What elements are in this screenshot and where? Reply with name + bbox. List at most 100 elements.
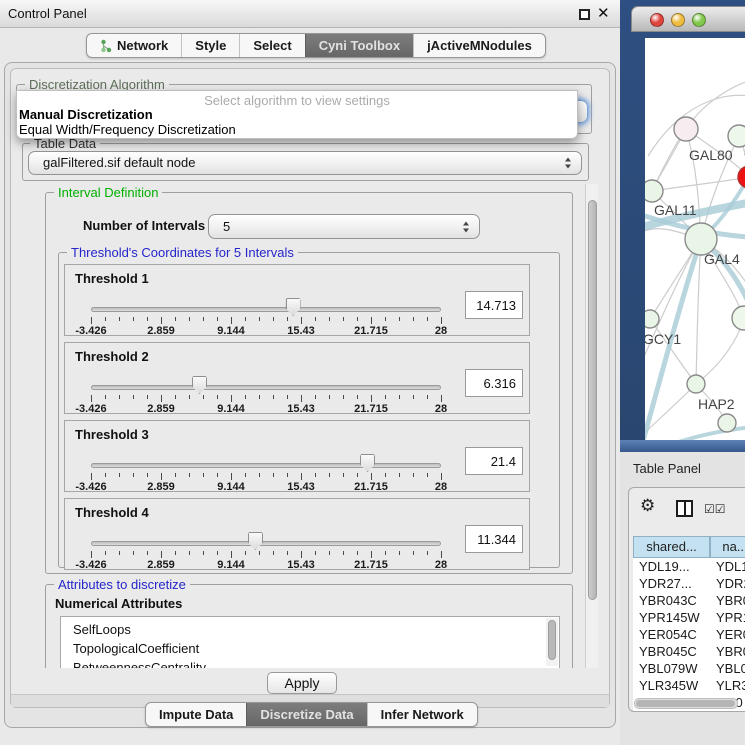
- slider-tick: [301, 317, 302, 324]
- slider-tick: [315, 317, 316, 321]
- threshold-slider-thumb[interactable]: [192, 376, 207, 394]
- slider-tick-label: -3.426: [61, 403, 121, 415]
- slider-tick: [343, 551, 344, 555]
- slider-tick: [259, 395, 260, 399]
- numerical-attributes-list[interactable]: SelfLoopsTopologicalCoefficientBetweenne…: [60, 616, 560, 668]
- tab-select[interactable]: Select: [239, 34, 304, 57]
- table-cell: YDR27...: [639, 575, 692, 592]
- slider-tick: [343, 317, 344, 321]
- threshold-value-field[interactable]: 14.713: [465, 291, 523, 319]
- table-cell: YBR0: [716, 592, 745, 609]
- node-gal11[interactable]: [645, 180, 663, 202]
- threshold-slider-track[interactable]: [91, 385, 441, 390]
- table-data-combobox[interactable]: galFiltered.sif default node: [28, 151, 582, 175]
- minimize-window-icon[interactable]: [671, 13, 685, 27]
- slider-tick: [315, 473, 316, 477]
- slider-tick: [147, 551, 148, 555]
- slider-tick: [175, 473, 176, 477]
- node-gal80[interactable]: [674, 117, 698, 141]
- table-cell: YER054C: [639, 626, 697, 643]
- float-panel-icon[interactable]: [579, 9, 590, 20]
- apply-button[interactable]: Apply: [267, 672, 337, 694]
- slider-tick: [245, 473, 246, 477]
- threshold-panel-2: Threshold 2-3.4262.8599.14415.4321.71528…: [64, 342, 530, 414]
- slider-tick: [203, 551, 204, 555]
- table-cell: YBR045C: [639, 643, 697, 660]
- table-row[interactable]: YLR345WYLR3: [633, 677, 745, 694]
- threshold-slider-thumb[interactable]: [248, 532, 263, 550]
- table-cell: YBL079W: [639, 660, 698, 677]
- tab-jactivemnodules[interactable]: jActiveMNodules: [413, 34, 545, 57]
- columns-icon[interactable]: [676, 500, 693, 517]
- slider-tick: [105, 317, 106, 321]
- gear-icon[interactable]: ⚙: [640, 496, 655, 516]
- threshold-value-field[interactable]: 21.4: [465, 447, 523, 475]
- slider-tick-label: 2.859: [131, 481, 191, 493]
- table-row[interactable]: YDR27...YDR2: [633, 575, 745, 592]
- node-label-hap2: HAP2: [698, 396, 735, 412]
- table-column-header-0[interactable]: shared...: [633, 536, 710, 558]
- settings-vertical-scrollbar[interactable]: [585, 184, 598, 668]
- table-row[interactable]: YDL19...YDL1: [633, 558, 745, 575]
- attribute-list-item[interactable]: SelfLoops: [61, 620, 559, 639]
- threshold-slider-track[interactable]: [91, 541, 441, 546]
- close-icon[interactable]: ✕: [597, 4, 610, 22]
- table-row[interactable]: YPR145WYPR1: [633, 609, 745, 626]
- slider-tick: [385, 473, 386, 477]
- table-scrollbar-thumb[interactable]: [636, 700, 735, 707]
- slider-tick: [91, 317, 92, 324]
- slider-tick: [147, 473, 148, 477]
- node-bottom[interactable]: [718, 414, 736, 432]
- network-window-bottom-frame: [620, 440, 745, 452]
- slider-tick: [329, 473, 330, 477]
- threshold-slider-thumb[interactable]: [360, 454, 375, 472]
- table-row[interactable]: YBR043CYBR0: [633, 592, 745, 609]
- table-row[interactable]: YBL079WYBL0: [633, 660, 745, 677]
- network-canvas[interactable]: GAL80GACGAL11GAL4GCY1HHAP2: [645, 38, 745, 446]
- settings-scrollbar-thumb[interactable]: [588, 200, 597, 600]
- node-top-right[interactable]: [728, 125, 745, 147]
- node-hap2[interactable]: [687, 375, 705, 393]
- slider-tick-label: 21.715: [341, 559, 401, 571]
- bottom-tab-discretize-data[interactable]: Discretize Data: [246, 703, 366, 726]
- table-cell: YER0: [716, 626, 745, 643]
- bottom-tab-infer-network[interactable]: Infer Network: [367, 703, 477, 726]
- slider-tick: [175, 317, 176, 321]
- algorithm-option-equal-width-frequency-discretization[interactable]: Equal Width/Frequency Discretization: [17, 122, 577, 137]
- threshold-slider-thumb[interactable]: [286, 298, 301, 316]
- zoom-window-icon[interactable]: [692, 13, 706, 27]
- attributes-list-scrollbar-thumb[interactable]: [548, 620, 556, 660]
- threshold-label: Threshold 3: [75, 427, 149, 442]
- threshold-value-field[interactable]: 11.344: [465, 525, 523, 553]
- attributes-list-scrollbar[interactable]: [546, 618, 558, 666]
- bottom-tab-impute-data[interactable]: Impute Data: [146, 703, 246, 726]
- network-window-titlebar: [631, 6, 745, 32]
- attribute-list-item[interactable]: BetweennessCentrality: [61, 658, 559, 668]
- slider-tick: [301, 473, 302, 480]
- slider-tick: [427, 551, 428, 555]
- slider-tick-label: 2.859: [131, 403, 191, 415]
- threshold-slider-track[interactable]: [91, 463, 441, 468]
- table-horizontal-scrollbar[interactable]: [634, 698, 738, 709]
- node-h[interactable]: [732, 306, 745, 330]
- threshold-value-field[interactable]: 6.316: [465, 369, 523, 397]
- node-gcy1[interactable]: [645, 310, 659, 328]
- tab-network[interactable]: Network: [87, 34, 181, 57]
- threshold-slider-track[interactable]: [91, 307, 441, 312]
- checkboxes-icon[interactable]: ☑☑: [704, 502, 726, 516]
- tab-cyni-toolbox[interactable]: Cyni Toolbox: [305, 34, 413, 57]
- table-row[interactable]: YBR045CYBR0: [633, 643, 745, 660]
- slider-tick: [175, 395, 176, 399]
- slider-tick: [273, 473, 274, 477]
- table-row[interactable]: YER054C YER0: [633, 626, 745, 643]
- attribute-list-item[interactable]: TopologicalCoefficient: [61, 639, 559, 658]
- slider-tick: [189, 473, 190, 477]
- slider-tick-label: 28: [411, 325, 471, 337]
- slider-tick: [287, 473, 288, 477]
- algorithm-option-manual-discretization[interactable]: Manual Discretization: [17, 107, 577, 122]
- close-window-icon[interactable]: [650, 13, 664, 27]
- table-column-header-1[interactable]: na...: [710, 536, 745, 558]
- slider-tick: [161, 395, 162, 402]
- tab-style[interactable]: Style: [181, 34, 239, 57]
- node-selected[interactable]: [738, 166, 745, 188]
